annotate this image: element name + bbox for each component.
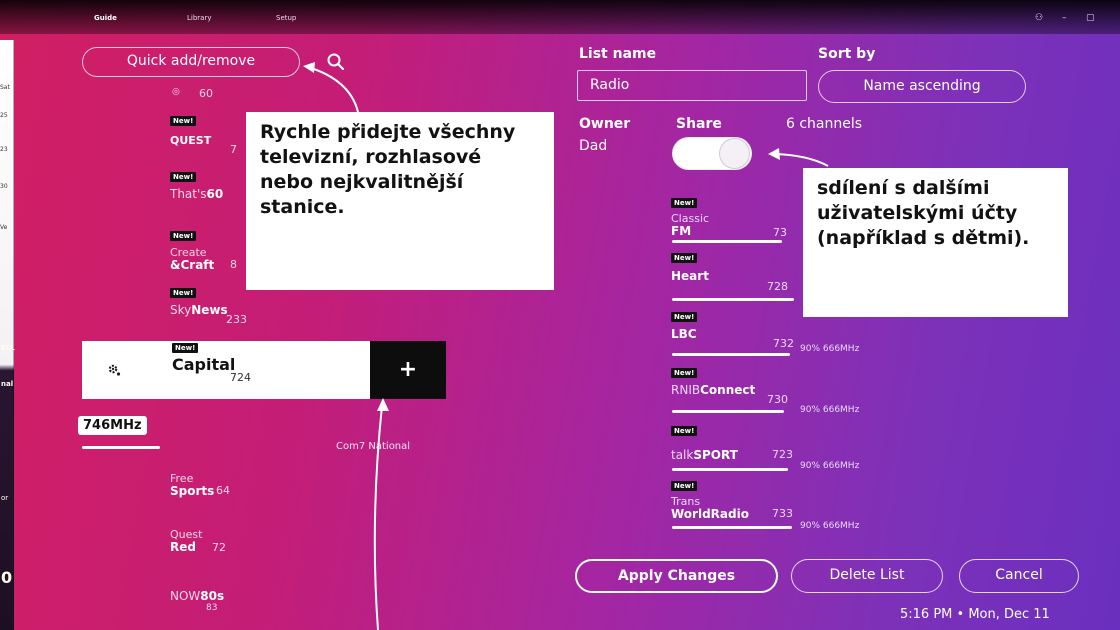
arrow-head-icon <box>768 148 780 160</box>
arrow-head-icon <box>303 62 315 73</box>
share-callout: sdílení s dalšími uživatelskými účty (na… <box>803 168 1068 317</box>
app-screen: Guide Library Setup ⚇ – ▢ Sat 25 23 30 V… <box>0 0 1120 630</box>
quick-add-callout: Rychle přidejte všechny televizní, rozhl… <box>246 112 554 290</box>
arrow-head-icon <box>377 398 389 411</box>
